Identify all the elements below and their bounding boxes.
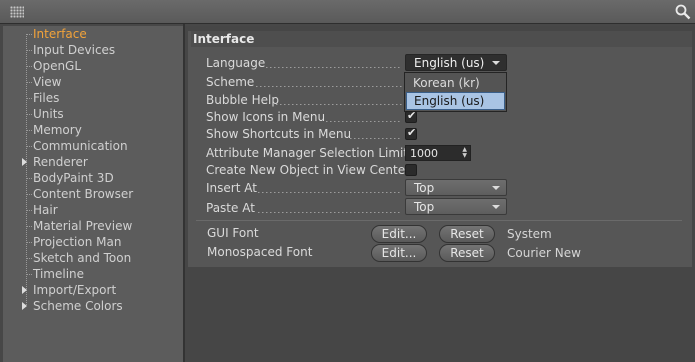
gui-font-label: GUI Font	[207, 226, 259, 240]
chevron-down-icon	[492, 186, 500, 190]
mono-font-reset-button[interactable]: Reset	[439, 244, 495, 262]
leader-dots	[258, 192, 402, 193]
create-new-checkbox[interactable]	[405, 164, 417, 176]
leader-dots	[350, 138, 402, 139]
sidebar-item-import-export[interactable]: Import/Export	[3, 282, 183, 298]
sidebar-item-input-devices[interactable]: Input Devices	[3, 42, 183, 58]
sidebar-item-label: OpenGL	[33, 59, 82, 73]
sidebar-item-scheme-colors[interactable]: Scheme Colors	[3, 298, 183, 314]
search-icon[interactable]	[675, 4, 691, 20]
sidebar-item-bodypaint[interactable]: BodyPaint 3D	[3, 170, 183, 186]
insert-at-value: Top	[414, 181, 435, 195]
sidebar-item-label: Input Devices	[33, 43, 116, 57]
section-divider	[196, 220, 682, 221]
sidebar-item-label: Timeline	[33, 267, 85, 281]
leader-dots	[266, 67, 400, 68]
panel-title: Interface	[191, 31, 692, 47]
language-label: Language	[206, 56, 266, 70]
language-option-korean[interactable]: Korean (kr)	[406, 74, 505, 92]
sidebar-item-label: Projection Man	[33, 235, 122, 249]
show-icons-label: Show Icons in Menu	[206, 110, 326, 124]
chevron-down-icon	[492, 205, 500, 209]
sidebar-item-units[interactable]: Units	[3, 106, 183, 122]
mono-font-label: Monospaced Font	[207, 245, 313, 259]
sidebar-item-label: Renderer	[33, 155, 88, 169]
language-dropdown[interactable]: English (us)	[405, 54, 507, 71]
preferences-sidebar: Interface Input Devices OpenGL View File…	[3, 26, 183, 362]
sidebar-item-label: Material Preview	[33, 219, 133, 233]
sidebar-item-label: Scheme Colors	[33, 299, 123, 313]
gui-font-reset-button[interactable]: Reset	[439, 225, 495, 243]
sidebar-item-renderer[interactable]: Renderer	[3, 154, 183, 170]
sidebar-item-label: Hair	[33, 203, 58, 217]
insert-at-label: Insert At	[206, 181, 257, 195]
scheme-label: Scheme	[206, 75, 255, 89]
gui-font-value: System	[507, 227, 552, 241]
language-value: English (us)	[414, 56, 485, 70]
language-options-popup: Korean (kr) English (us)	[404, 72, 507, 112]
chevron-down-icon	[492, 61, 500, 65]
show-shortcuts-checkbox[interactable]	[405, 126, 417, 140]
attr-limit-label: Attribute Manager Selection Limit	[206, 146, 409, 160]
sidebar-item-files[interactable]: Files	[3, 90, 183, 106]
sidebar-item-label: Content Browser	[33, 187, 134, 201]
sidebar-item-label: Import/Export	[33, 283, 117, 297]
bubble-help-label: Bubble Help	[206, 93, 279, 107]
leader-dots	[276, 104, 402, 105]
show-icons-checkbox[interactable]	[405, 109, 417, 123]
spinner-arrows-icon[interactable]: ▲ ▼	[462, 147, 467, 159]
paste-at-dropdown[interactable]: Top	[405, 198, 507, 215]
sidebar-item-sketch-and-toon[interactable]: Sketch and Toon	[3, 250, 183, 266]
sidebar-item-label: View	[33, 75, 62, 89]
sidebar-item-communication[interactable]: Communication	[3, 138, 183, 154]
sidebar-item-label: Memory	[33, 123, 82, 137]
sidebar-item-memory[interactable]: Memory	[3, 122, 183, 138]
leader-dots	[258, 212, 402, 213]
attr-limit-spinner[interactable]: 1000 ▲ ▼	[405, 145, 471, 161]
leader-dots	[256, 86, 402, 87]
sidebar-item-content-browser[interactable]: Content Browser	[3, 186, 183, 202]
expand-arrow-icon[interactable]	[22, 158, 27, 166]
mono-font-value: Courier New	[507, 246, 581, 260]
expand-arrow-icon[interactable]	[22, 286, 27, 294]
grip-icon[interactable]	[10, 6, 24, 18]
sidebar-item-hair[interactable]: Hair	[3, 202, 183, 218]
sidebar-item-label: Sketch and Toon	[33, 251, 132, 265]
leader-dots	[326, 121, 402, 122]
sidebar-item-interface[interactable]: Interface	[3, 26, 183, 42]
sidebar-item-label: Communication	[33, 139, 128, 153]
sidebar-item-label: Interface	[33, 27, 87, 41]
language-option-english[interactable]: English (us)	[406, 92, 505, 110]
top-toolbar	[0, 0, 695, 24]
sidebar-item-projection-man[interactable]: Projection Man	[3, 234, 183, 250]
gui-font-edit-button[interactable]: Edit...	[371, 225, 427, 243]
paste-at-label: Paste At	[206, 201, 255, 215]
show-shortcuts-label: Show Shortcuts in Menu	[206, 127, 352, 141]
sidebar-item-material-preview[interactable]: Material Preview	[3, 218, 183, 234]
sidebar-item-label: Units	[33, 107, 64, 121]
expand-arrow-icon[interactable]	[22, 302, 27, 310]
create-new-label: Create New Object in View Center	[206, 163, 411, 177]
sidebar-item-timeline[interactable]: Timeline	[3, 266, 183, 282]
sidebar-item-label: Files	[33, 91, 60, 105]
attr-limit-value: 1000	[410, 147, 438, 160]
sidebar-item-view[interactable]: View	[3, 74, 183, 90]
paste-at-value: Top	[414, 200, 435, 214]
sidebar-item-opengl[interactable]: OpenGL	[3, 58, 183, 74]
mono-font-edit-button[interactable]: Edit...	[371, 244, 427, 262]
insert-at-dropdown[interactable]: Top	[405, 179, 507, 196]
sidebar-item-label: BodyPaint 3D	[33, 171, 114, 185]
